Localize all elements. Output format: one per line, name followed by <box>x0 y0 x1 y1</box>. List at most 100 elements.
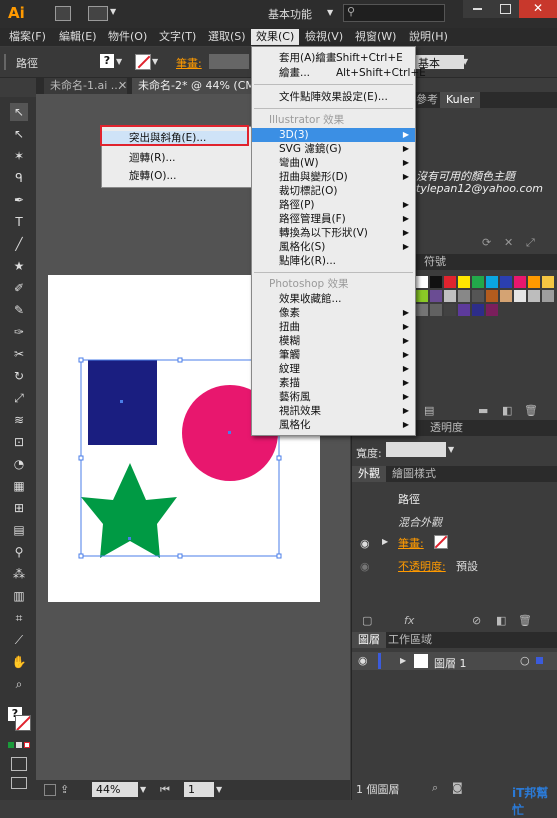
menu-item-convert-to-shape[interactable]: 轉換為以下形狀(V) ▶ <box>252 226 415 240</box>
swatch[interactable] <box>472 276 484 288</box>
submenu-item-revolve[interactable]: 迴轉(R)... <box>102 151 249 165</box>
swatch[interactable] <box>472 290 484 302</box>
line-tool-icon[interactable]: ╱ <box>10 235 28 253</box>
menu-item-rasterize[interactable]: 點陣化(R)... <box>252 254 415 268</box>
search-input[interactable]: ⚲ <box>343 4 445 22</box>
duplicate-item-icon[interactable]: ◧ <box>496 614 506 627</box>
swatch[interactable] <box>430 290 442 302</box>
visibility-eye-icon[interactable]: ◉ <box>360 537 370 550</box>
layer-target-icon[interactable]: ○ <box>520 654 530 667</box>
stroke-color-swatch[interactable] <box>15 715 31 731</box>
scissors-tool-icon[interactable]: ✂ <box>10 345 28 363</box>
menu-select[interactable]: 選取(S) <box>203 29 251 45</box>
direct-selection-tool-icon[interactable]: ↖ <box>10 125 28 143</box>
menu-item-path[interactable]: 路徑(P) ▶ <box>252 198 415 212</box>
menu-item-ps-stylize[interactable]: 風格化 ▶ <box>252 418 415 432</box>
layer-row[interactable]: ◉ ▶ 圖層 1 ○ <box>352 652 557 670</box>
menu-item-texture[interactable]: 紋理 ▶ <box>252 362 415 376</box>
expand-triangle-icon[interactable]: ▶ <box>382 537 388 546</box>
swatch[interactable] <box>528 276 540 288</box>
swatch[interactable] <box>458 304 470 316</box>
new-group-icon[interactable]: ▬ <box>478 404 488 417</box>
menu-file[interactable]: 檔案(F) <box>4 29 51 45</box>
expand-icon[interactable]: ⤢ <box>526 236 535 250</box>
stroke-width-field[interactable] <box>386 442 446 457</box>
menu-item-video[interactable]: 視訊效果 ▶ <box>252 404 415 418</box>
workspace-dropdown-icon[interactable]: ▼ <box>327 8 333 17</box>
graph-tool-icon[interactable]: ▥ <box>10 587 28 605</box>
menu-item-pixelate[interactable]: 像素 ▶ <box>252 306 415 320</box>
swatch-library-icon[interactable]: ▤ <box>424 404 434 417</box>
swatch[interactable] <box>514 290 526 302</box>
visibility-eye-icon-2[interactable]: ◉ <box>360 560 370 573</box>
menu-item-crop-marks[interactable]: 裁切標記(O) <box>252 184 415 198</box>
delete-item-icon[interactable]: 🗑 <box>518 614 532 627</box>
none-mode-icon[interactable] <box>24 742 30 748</box>
swatch[interactable] <box>430 276 442 288</box>
swatch-grid[interactable] <box>416 276 556 354</box>
pen-tool-icon[interactable]: ✒ <box>10 191 28 209</box>
tab-transparency[interactable]: 透明度 <box>424 420 469 436</box>
lasso-tool-icon[interactable]: ᑫ <box>10 169 28 187</box>
refresh-icon[interactable]: ⟳ <box>482 236 491 249</box>
menu-item-sketch[interactable]: 素描 ▶ <box>252 376 415 390</box>
swatch[interactable] <box>542 290 554 302</box>
layer-name[interactable]: 圖層 1 <box>434 655 467 671</box>
menu-help[interactable]: 說明(H) <box>404 29 453 45</box>
green-star[interactable] <box>81 463 177 558</box>
swatch[interactable] <box>458 290 470 302</box>
doc-tab-1[interactable]: 未命名-1.ai ... <box>44 78 128 94</box>
menu-item-brush-strokes[interactable]: 筆觸 ▶ <box>252 348 415 362</box>
swatch[interactable] <box>458 276 470 288</box>
delete-swatch-icon[interactable]: 🗑 <box>524 404 538 417</box>
first-artboard-icon[interactable]: ⏮ <box>160 783 170 797</box>
selection-tool-icon[interactable]: ↖ <box>10 103 28 121</box>
stroke-width-dropdown-icon[interactable]: ▼ <box>448 445 454 454</box>
artboard-tool-icon[interactable]: ⌗ <box>10 609 28 627</box>
free-transform-tool-icon[interactable]: ⊡ <box>10 433 28 451</box>
artboard-number-field[interactable]: 1 <box>184 782 214 797</box>
paintbrush-tool-icon[interactable]: ✐ <box>10 279 28 297</box>
bridge-icon[interactable] <box>55 6 71 21</box>
rotate-tool-icon[interactable]: ↻ <box>10 367 28 385</box>
tab-symbols[interactable]: 符號 <box>418 254 452 270</box>
swatch[interactable] <box>444 304 456 316</box>
scale-tool-icon[interactable]: ⤢ <box>10 389 28 407</box>
swatch[interactable] <box>542 276 554 288</box>
menu-item-pathfinder[interactable]: 路徑管理員(F) ▶ <box>252 212 415 226</box>
appearance-stroke-label[interactable]: 筆畫: <box>398 535 424 551</box>
tab-layers[interactable]: 圖層 <box>352 632 386 648</box>
menu-item-svg-filters[interactable]: SVG 濾鏡(G) ▶ <box>252 142 415 156</box>
menu-effect[interactable]: 效果(C) <box>251 29 300 45</box>
perspective-grid-tool-icon[interactable]: ▦ <box>10 477 28 495</box>
swatch[interactable] <box>444 276 456 288</box>
swatch[interactable] <box>430 304 442 316</box>
swatch[interactable] <box>416 290 428 302</box>
arrange-documents-icon[interactable] <box>88 6 108 21</box>
menu-item-effect-gallery[interactable]: 效果收藏館... <box>252 292 415 306</box>
stroke-dropdown-icon[interactable]: ▼ <box>152 57 158 66</box>
gradient-tool-icon[interactable]: ▤ <box>10 521 28 539</box>
export-icon[interactable]: ⇪ <box>60 783 69 796</box>
layer-expand-icon[interactable]: ▶ <box>400 656 406 665</box>
swatch[interactable] <box>500 276 512 288</box>
fill-swatch[interactable]: ? <box>100 54 114 68</box>
menu-window[interactable]: 視窗(W) <box>350 29 401 45</box>
stroke-label[interactable]: 筆畫: <box>176 55 202 71</box>
tools-icon[interactable]: ✕ <box>504 236 513 249</box>
hand-tool-icon[interactable]: ✋ <box>10 653 28 671</box>
menu-type[interactable]: 文字(T) <box>154 29 201 45</box>
drawing-mode-icon[interactable] <box>11 757 27 771</box>
gradient-mode-icon[interactable] <box>16 742 22 748</box>
menu-item-last-effect[interactable]: 繪畫... Alt+Shift+Ctrl+E <box>252 66 426 80</box>
menu-item-distort[interactable]: 扭曲 ▶ <box>252 320 415 334</box>
tab-artboards[interactable]: 工作區域 <box>382 632 438 648</box>
menu-item-stylize[interactable]: 風格化(S) ▶ <box>252 240 415 254</box>
star-tool-icon[interactable]: ★ <box>10 257 28 275</box>
screen-mode-icon[interactable] <box>11 777 27 789</box>
appearance-opacity-label[interactable]: 不透明度: <box>398 558 446 574</box>
swatch[interactable] <box>514 276 526 288</box>
swatch[interactable] <box>416 276 428 288</box>
menu-object[interactable]: 物件(O) <box>103 29 152 45</box>
close-button[interactable]: ✕ <box>519 0 557 18</box>
